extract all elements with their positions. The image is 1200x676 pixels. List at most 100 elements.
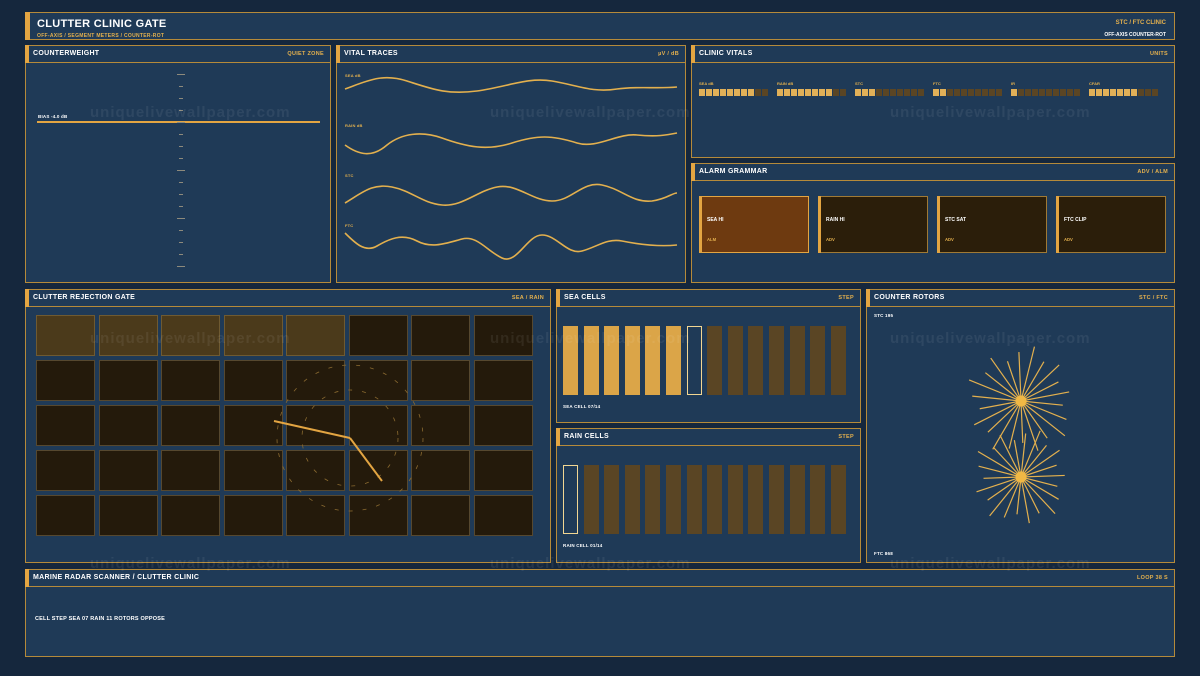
alarm-state: ADV: [826, 237, 835, 242]
alarm-tile-stc-sat[interactable]: STC SAT ADV: [937, 196, 1047, 253]
vital-segment: [777, 89, 783, 96]
vital-segment: [862, 89, 868, 96]
vital-segment: [734, 89, 740, 96]
vital-segment: [1138, 89, 1144, 96]
vital-segment: [741, 89, 747, 96]
vital-segment: [755, 89, 761, 96]
scale-tick: [179, 86, 183, 87]
watermark: uniquelivewallpaper.com: [490, 555, 691, 572]
rain-cell-bar: [707, 465, 723, 534]
clinic-vitals-panel: CLINIC VITALS UNITS SEA dB RAIN dB STC FTC I…: [691, 45, 1175, 158]
vital-segment: [748, 89, 754, 96]
rotor-spoke: [1020, 476, 1058, 487]
vital-segment: [784, 89, 790, 96]
vital-segment: [904, 89, 910, 96]
rotor-hub: [1015, 395, 1027, 407]
vital-segment: [855, 89, 861, 96]
vital-segments: [1011, 89, 1080, 96]
vital-segments: [1089, 89, 1158, 96]
scale-tick: [177, 170, 185, 171]
rotor-spoke: [1020, 391, 1070, 402]
rain-cell-bar: [727, 465, 743, 534]
panel-title: COUNTERWEIGHT: [33, 50, 100, 57]
vital-segment: [947, 89, 953, 96]
panel-header: RAIN CELLS STEP: [556, 428, 860, 446]
vital-segment: [975, 89, 981, 96]
vital-traces-panel: VITAL TRACES µV / dB SEA dB RAIN dB STC …: [336, 45, 686, 283]
rotor-spoke: [1020, 364, 1060, 402]
vital-segment: [1096, 89, 1102, 96]
scale-tick: [177, 266, 185, 267]
scale-tick: [179, 146, 183, 147]
rain-cell-bar: [604, 465, 620, 534]
vital-segment: [791, 89, 797, 96]
sea-cell-bar: [830, 326, 846, 395]
vital-segment: [883, 89, 889, 96]
panel-title: ALARM GRAMMAR: [699, 168, 768, 175]
alarm-name: SEA HI: [707, 217, 724, 223]
vital-segments: [777, 89, 846, 96]
sea-cell-caption: SEA CELL 07/14: [563, 404, 601, 409]
watermark: uniquelivewallpaper.com: [890, 330, 1091, 347]
vital-segment: [699, 89, 705, 96]
vital-segment: [1117, 89, 1123, 96]
panel-tag: ADV / ALM: [1137, 169, 1168, 175]
watermark: uniquelivewallpaper.com: [90, 330, 291, 347]
alarm-tile-rain-hi[interactable]: RAIN HI ADV: [818, 196, 928, 253]
watermark: uniquelivewallpaper.com: [890, 555, 1091, 572]
scale-tick: [179, 134, 183, 135]
rotor-spoke: [1020, 400, 1066, 437]
panel-header: ALARM GRAMMAR ADV / ALM: [691, 163, 1174, 181]
rain-cell-bar: [686, 465, 702, 534]
vital-segment: [1039, 89, 1045, 96]
alarm-name: RAIN HI: [826, 217, 845, 223]
panel-title: CLINIC VITALS: [699, 50, 753, 57]
vital-segment: [727, 89, 733, 96]
sea-cells-panel: SEA CELLS STEP SEA CELL 07/14: [556, 289, 861, 423]
vital-segment: [1011, 89, 1017, 96]
rotor-spoke: [1020, 346, 1036, 402]
rain-cell-bar: [666, 465, 681, 534]
vital-segment: [720, 89, 726, 96]
alarm-tile-sea-hi[interactable]: SEA HI ALM: [699, 196, 809, 253]
vital-segment: [1018, 89, 1024, 96]
panel-tag: UNITS: [1150, 51, 1168, 57]
alarm-state: ADV: [945, 237, 954, 242]
vital-label: IR: [1011, 81, 1015, 86]
panel-tag: STEP: [838, 434, 854, 440]
vital-segment: [940, 89, 946, 96]
scale-tick: [177, 74, 185, 75]
panel-tag: QUIET ZONE: [287, 51, 324, 57]
vital-segment: [1067, 89, 1073, 96]
scale-tick: [179, 98, 183, 99]
counterweight-panel: COUNTERWEIGHT QUIET ZONE BIAS -4.0 dB: [25, 45, 331, 283]
vital-segment: [1152, 89, 1158, 96]
vital-segment: [833, 89, 839, 96]
rain-cells-panel: RAIN CELLS STEP RAIN CELL 01/14: [556, 428, 861, 563]
vital-segment: [713, 89, 719, 96]
vital-segment: [1025, 89, 1031, 96]
vital-segment: [968, 89, 974, 96]
vital-segment: [819, 89, 825, 96]
alarm-tile-ftc-clip[interactable]: FTC CLIP ADV: [1056, 196, 1166, 253]
rain-cell-bar: [789, 465, 805, 534]
trace-waveforms: [344, 76, 678, 260]
vital-segment: [812, 89, 818, 96]
vital-segment: [1145, 89, 1151, 96]
vital-segment: [840, 89, 846, 96]
vital-segment: [762, 89, 768, 96]
rain-cell-bar: [810, 465, 826, 534]
vital-label: RAIN dB: [777, 81, 794, 86]
sea-cell-bar: [748, 326, 764, 395]
bias-label: BIAS -4.0 dB: [38, 114, 68, 119]
vital-segment: [1131, 89, 1137, 96]
vital-segments: [933, 89, 1002, 96]
rotor-spoke: [978, 465, 1022, 478]
app-subtitle: OFF-AXIS / SEGMENT METERS / COUNTER-ROT: [37, 33, 165, 39]
vital-segment: [911, 89, 917, 96]
vital-segment: [1046, 89, 1052, 96]
vital-segment: [961, 89, 967, 96]
footer-panel: MARINE RADAR SCANNER / CLUTTER CLINIC LO…: [25, 569, 1175, 657]
vital-segment: [1089, 89, 1095, 96]
vital-segment: [989, 89, 995, 96]
